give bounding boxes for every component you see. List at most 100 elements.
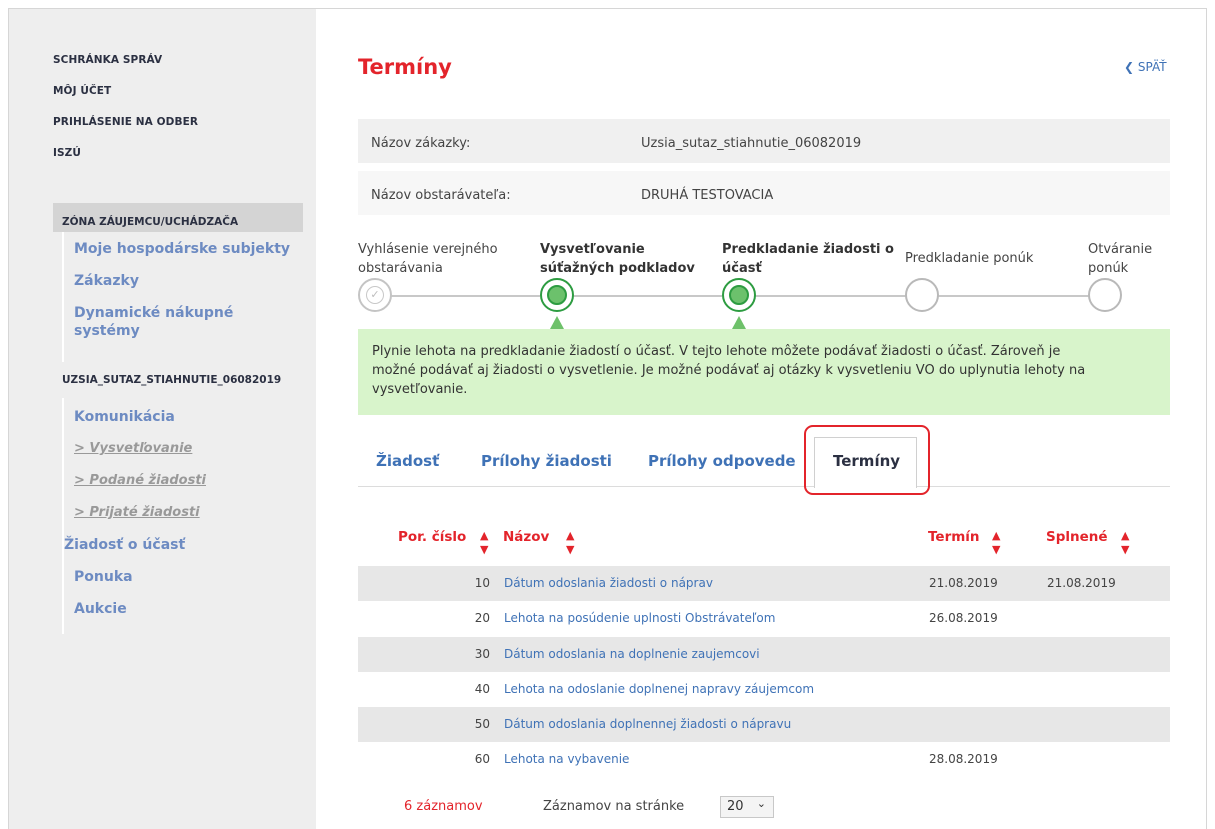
link-iszu[interactable]: ISZÚ [53, 145, 198, 176]
active-step-icon [547, 285, 567, 305]
contract-section-header: UZSIA_SUTAZ_STIAHNUTIE_06082019 [62, 374, 282, 386]
zone-header: ZÓNA ZÁUJEMCU/UCHÁDZAČA [53, 203, 303, 232]
notice-line1: Plynie lehota na predkladanie žiadostí o… [372, 344, 1061, 359]
contract-nav: Komunikácia > Vysvetľovanie > Podané žia… [62, 398, 303, 634]
highlight-annotation [804, 425, 930, 495]
col-nazov[interactable]: Názov [503, 529, 549, 545]
step-3-label: Predkladanie žiadosti o účasť [722, 240, 894, 278]
row-name-link[interactable]: Dátum odoslania doplnennej žiadosti o ná… [504, 717, 791, 731]
table-row: 30 Dátum odoslania na doplnenie zaujemco… [358, 637, 1170, 672]
tab-prilohy-ziadosti[interactable]: Prílohy žiadosti [481, 452, 612, 470]
row-term: 21.08.2019 [929, 576, 998, 590]
row-done: 21.08.2019 [1047, 576, 1116, 590]
row-name-link[interactable]: Lehota na vybavenie [504, 752, 629, 766]
nav-podane-ziadosti[interactable]: > Podané žiadosti [74, 472, 206, 490]
buyer-value: DRUHÁ TESTOVACIA [641, 188, 774, 203]
row-name-link[interactable]: Lehota na odoslanie doplnenej napravy zá… [504, 682, 814, 696]
step-connector [390, 295, 540, 297]
nav-zakazky[interactable]: Zákazky [74, 272, 139, 290]
step-4-label: Predkladanie ponúk [905, 249, 1033, 268]
row-number: 30 [474, 647, 490, 661]
step-5-line2: ponúk [1088, 261, 1129, 276]
sort-icon[interactable]: ▲ ▼ [566, 529, 574, 557]
contract-row: Názov zákazky: Uzsia_sutaz_stiahnutie_06… [358, 119, 1170, 163]
zone-nav: Moje hospodárske subjekty Zákazky Dynami… [62, 232, 303, 362]
row-number: 10 [474, 576, 490, 590]
link-schranka-sprav[interactable]: SCHRÁNKA SPRÁV [53, 52, 198, 83]
row-number: 50 [474, 717, 490, 731]
page-title: Termíny [358, 55, 452, 79]
table-row: 20 Lehota na posúdenie uplnosti Obstráva… [358, 601, 1170, 636]
step-4-circle [905, 278, 939, 312]
row-name-link[interactable]: Lehota na posúdenie uplnosti Obstrávateľ… [504, 611, 775, 625]
row-name-link[interactable]: Dátum odoslania žiadosti o náprav [504, 576, 713, 590]
nav-dynamicke-nakupne-systemy[interactable]: Dynamické nákupné systémy [74, 304, 274, 340]
step-2-label: Vysvetľovanie súťažných podkladov [540, 240, 695, 278]
step-connector [572, 295, 722, 297]
row-number: 40 [474, 682, 490, 696]
step-3-line1: Predkladanie žiadosti o [722, 242, 894, 257]
row-term: 26.08.2019 [929, 611, 998, 625]
buyer-row: Názov obstarávateľa: DRUHÁ TESTOVACIA [358, 171, 1170, 215]
step-3-line2: účasť [722, 261, 762, 276]
status-notice: Plynie lehota na predkladanie žiadostí o… [358, 329, 1170, 415]
notice-line2: možné podávať aj žiadosti o vysvetlenie.… [372, 363, 1086, 378]
tab-prilohy-odpovede[interactable]: Prílohy odpovede [648, 452, 796, 470]
chevron-left-icon: ❮ [1124, 60, 1135, 74]
records-count: 6 záznamov [404, 799, 483, 814]
table-row: 50 Dátum odoslania doplnennej žiadosti o… [358, 707, 1170, 742]
per-page-value: 20 [727, 799, 744, 814]
chevron-down-icon: ⌄ [756, 797, 766, 810]
sort-icon[interactable]: ▲ ▼ [992, 529, 1000, 557]
top-links: SCHRÁNKA SPRÁV MÔJ ÚČET PRIHLÁSENIE NA O… [53, 52, 198, 176]
nav-ziadost-o-ucast[interactable]: Žiadosť o účasť [64, 536, 185, 554]
contract-value: Uzsia_sutaz_stiahnutie_06082019 [641, 136, 862, 151]
step-1-label: Vyhlásenie verejného obstarávania [358, 240, 498, 278]
row-number: 20 [474, 611, 490, 625]
contract-label: Názov zákazky: [371, 136, 471, 151]
active-step-icon [729, 285, 749, 305]
nav-aukcie[interactable]: Aukcie [74, 600, 127, 618]
step-connector [754, 295, 906, 297]
col-termin[interactable]: Termín [928, 529, 980, 545]
step-2-line1: Vysvetľovanie [540, 242, 645, 257]
back-label: SPÄŤ [1137, 60, 1167, 74]
step-4-line1: Predkladanie ponúk [905, 251, 1034, 266]
step-pointer-icon [732, 316, 746, 329]
nav-vysvetlovanie[interactable]: > Vysvetľovanie [74, 440, 192, 458]
check-icon: ✓ [366, 286, 384, 304]
nav-ponuka[interactable]: Ponuka [74, 568, 133, 586]
link-prihlasenie-na-odber[interactable]: PRIHLÁSENIE NA ODBER [53, 114, 198, 145]
table-row: 60 Lehota na vybavenie 28.08.2019 [358, 742, 1170, 777]
back-link[interactable]: ❮ SPÄŤ [1124, 60, 1167, 74]
col-splnene[interactable]: Splnené [1046, 529, 1108, 545]
step-2-line2: súťažných podkladov [540, 261, 695, 276]
tab-ziadost[interactable]: Žiadosť [376, 452, 439, 470]
notice-line3: vysvetľovanie. [372, 382, 468, 397]
step-5-circle [1088, 278, 1122, 312]
link-moj-ucet[interactable]: MÔJ ÚČET [53, 83, 198, 114]
row-name-link[interactable]: Dátum odoslania na doplnenie zaujemcovi [504, 647, 760, 661]
step-connector [938, 295, 1090, 297]
row-number: 60 [474, 752, 490, 766]
step-5-line1: Otváranie [1088, 242, 1153, 257]
col-por-cislo[interactable]: Por. číslo [398, 529, 466, 545]
step-5-label: Otváranie ponúk [1088, 240, 1152, 278]
step-1-line1: Vyhlásenie verejného [358, 242, 498, 257]
table-row: 40 Lehota na odoslanie doplnenej napravy… [358, 672, 1170, 707]
row-term: 28.08.2019 [929, 752, 998, 766]
table-row: 10 Dátum odoslania žiadosti o náprav 21.… [358, 566, 1170, 601]
buyer-label: Názov obstarávateľa: [371, 188, 511, 203]
step-1-circle: ✓ [358, 278, 392, 312]
step-2-circle [540, 278, 574, 312]
step-1-line2: obstarávania [358, 261, 443, 276]
sort-icon[interactable]: ▲ ▼ [480, 529, 488, 557]
nav-komunikacia[interactable]: Komunikácia [74, 408, 175, 426]
step-3-circle [722, 278, 756, 312]
step-pointer-icon [550, 316, 564, 329]
per-page-select[interactable]: 20 ⌄ [720, 796, 774, 818]
per-page-label: Záznamov na stránke [543, 799, 685, 814]
sort-icon[interactable]: ▲ ▼ [1121, 529, 1129, 557]
nav-moje-hospodarske-subjekty[interactable]: Moje hospodárske subjekty [74, 240, 290, 258]
nav-prijate-ziadosti[interactable]: > Prijaté žiadosti [74, 504, 200, 522]
